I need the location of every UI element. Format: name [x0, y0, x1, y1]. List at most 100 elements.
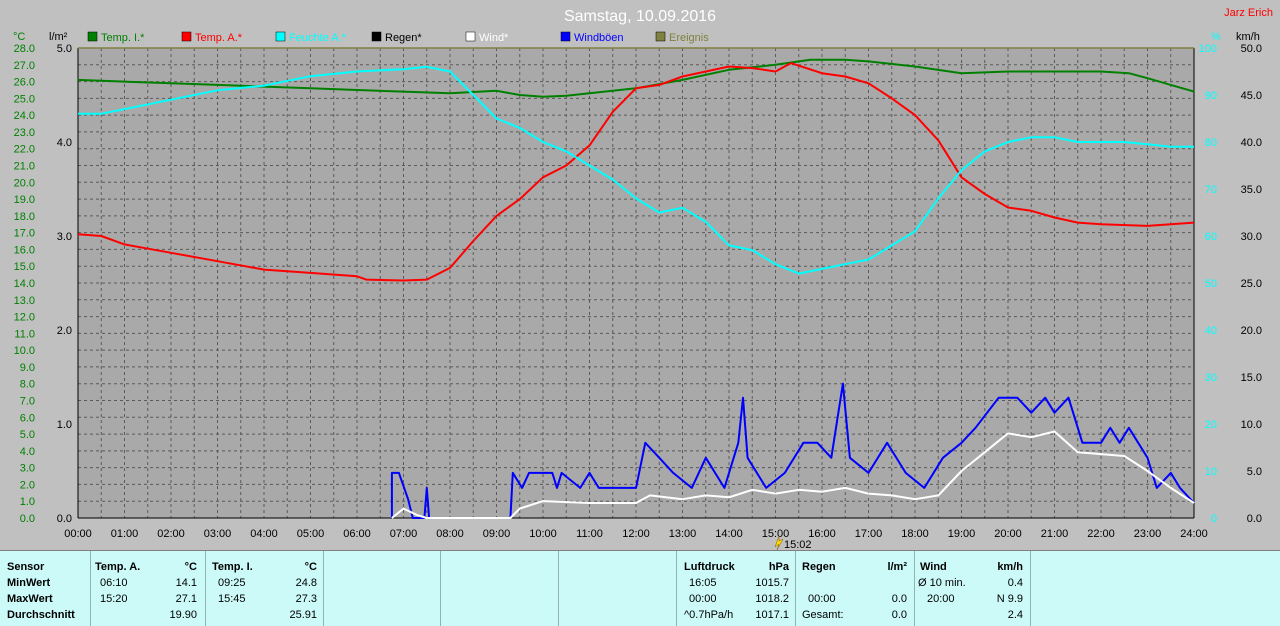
- author-label: Jarz Erich: [1224, 7, 1273, 19]
- legend-swatch: [87, 31, 98, 42]
- y-rain-tick: 4.0: [57, 137, 72, 149]
- legend-label: Temp. A.*: [195, 32, 243, 44]
- x-tick-label: 24:00: [1180, 528, 1208, 540]
- pressure-avg: 1017.1: [755, 609, 789, 621]
- y-temp-tick: 17.0: [14, 228, 35, 240]
- col-rain: Regen l/m² 00:00 0.0 Gesamt: 0.0: [795, 551, 915, 626]
- temp-i-unit: °C: [304, 561, 317, 573]
- unit-rain: l/m²: [49, 31, 68, 43]
- x-tick-label: 06:00: [343, 528, 371, 540]
- legend-swatch: [655, 31, 666, 42]
- y-humidity-tick: 30: [1205, 372, 1217, 384]
- y-wind-tick: 0.0: [1247, 513, 1262, 525]
- temp-a-min-time: 06:10: [100, 577, 128, 589]
- wind-avg10-label: Ø 10 min.: [918, 577, 966, 589]
- marker-time: 15:02: [784, 539, 812, 550]
- pressure-min-val: 1015.7: [755, 577, 789, 589]
- x-tick-label: 07:00: [390, 528, 418, 540]
- rain-max-time: 00:00: [808, 593, 836, 605]
- y-wind-tick: 15.0: [1241, 372, 1262, 384]
- legend-swatch: [371, 31, 382, 42]
- x-tick-label: 14:00: [715, 528, 743, 540]
- col-empty-3: [558, 551, 677, 626]
- y-humidity-tick: 10: [1205, 466, 1217, 478]
- x-tick-label: 17:00: [855, 528, 883, 540]
- y-humidity-tick: 40: [1205, 325, 1217, 337]
- x-tick-label: 22:00: [1087, 528, 1115, 540]
- y-wind-tick: 30.0: [1241, 231, 1262, 243]
- col-wind: Wind km/h Ø 10 min. 0.4 20:00 N 9.9 2.4: [914, 551, 1031, 626]
- x-tick-label: 02:00: [157, 528, 185, 540]
- col-pressure: Luftdruck hPa 16:05 1015.7 00:00 1018.2 …: [676, 551, 796, 626]
- x-tick-label: 19:00: [948, 528, 976, 540]
- legend-swatch: [560, 31, 571, 42]
- temp-a-min-val: 14.1: [175, 577, 197, 589]
- y-humidity-tick: 0: [1211, 513, 1217, 525]
- unit-wind: km/h: [1236, 31, 1260, 43]
- y-temp-tick: 7.0: [20, 396, 35, 408]
- y-wind-tick: 20.0: [1241, 325, 1262, 337]
- y-wind-tick: 45.0: [1241, 90, 1262, 102]
- y-temp-tick: 5.0: [20, 429, 35, 441]
- pressure-max-val: 1018.2: [755, 593, 789, 605]
- unit-temp: °C: [13, 31, 25, 43]
- temp-i-min-time: 09:25: [218, 577, 246, 589]
- y-temp-tick: 24.0: [14, 110, 35, 122]
- col-empty-1: [323, 551, 441, 626]
- col-temp-a: Temp. A. °C 06:10 14.1 15:20 27.1 19.90: [90, 551, 206, 626]
- y-temp-tick: 2.0: [20, 479, 35, 491]
- y-temp-tick: 8.0: [20, 379, 35, 391]
- x-tick-label: 21:00: [1041, 528, 1069, 540]
- rain-total-val: 0.0: [891, 609, 907, 621]
- y-rain-tick: 3.0: [57, 231, 72, 243]
- temp-i-min-val: 24.8: [295, 577, 317, 589]
- x-tick-label: 04:00: [250, 528, 278, 540]
- pressure-min-time: 16:05: [689, 577, 717, 589]
- x-tick-label: 18:00: [901, 528, 929, 540]
- pressure-header: Luftdruck: [684, 561, 735, 573]
- pressure-trend: ^0.7hPa/h: [684, 609, 734, 621]
- temp-a-max-val: 27.1: [175, 593, 197, 605]
- temp-i-max-time: 15:45: [218, 593, 246, 605]
- temp-a-avg: 19.90: [169, 609, 197, 621]
- chart-title: Samstag, 10.09.2016: [564, 8, 716, 25]
- legend-swatch: [275, 31, 286, 42]
- x-tick-label: 11:00: [576, 528, 603, 540]
- y-temp-tick: 22.0: [14, 144, 35, 156]
- temp-a-header: Temp. A.: [95, 561, 141, 573]
- legend-label: Feuchte A.*: [289, 32, 347, 44]
- wind-avg: 2.4: [1007, 609, 1023, 621]
- col-temp-i: Temp. I. °C 09:25 24.8 15:45 27.3 25.91: [205, 551, 324, 626]
- weather-chart: 00:00 01:00 02:00 03:00 04:00 05:00 06:00 07:00…: [0, 0, 1280, 550]
- wind-avg10-val: 0.4: [1007, 577, 1023, 589]
- y-wind-tick: 40.0: [1241, 137, 1262, 149]
- y-wind-tick: 35.0: [1241, 184, 1262, 196]
- y-wind-tick: 10.0: [1241, 419, 1262, 431]
- y-humidity-tick: 70: [1205, 184, 1217, 196]
- x-tick-label: 09:00: [483, 528, 511, 540]
- y-humidity-tick: 90: [1205, 90, 1217, 102]
- x-tick-label: 13:00: [669, 528, 697, 540]
- y-temp-tick: 6.0: [20, 412, 35, 424]
- legend-label: Ereignis: [669, 32, 709, 44]
- legend-label: Regen*: [385, 32, 422, 44]
- x-tick-label: 01:00: [111, 528, 139, 540]
- stats-table: Sensor MinWert MaxWert Durchschnitt Temp…: [0, 550, 1280, 626]
- rain-total-label: Gesamt:: [802, 609, 844, 621]
- y-temp-tick: 11.0: [14, 328, 35, 340]
- y-rain-tick: 5.0: [57, 43, 72, 55]
- y-rain-tick: 1.0: [57, 419, 72, 431]
- y-temp-tick: 1.0: [20, 496, 35, 508]
- y-humidity-tick: 100: [1199, 43, 1217, 55]
- wind-header: Wind: [920, 561, 947, 573]
- rain-unit: l/m²: [887, 561, 907, 573]
- y-temp-tick: 13.0: [14, 295, 35, 307]
- legend-swatch: [465, 31, 476, 42]
- y-rain-tick: 2.0: [57, 325, 72, 337]
- legend-label: Wind*: [479, 32, 509, 44]
- temp-a-max-time: 15:20: [100, 593, 128, 605]
- y-temp-tick: 21.0: [14, 161, 35, 173]
- wind-max-time: 20:00: [927, 593, 955, 605]
- y-wind-tick: 50.0: [1241, 43, 1262, 55]
- x-tick-label: 12:00: [622, 528, 650, 540]
